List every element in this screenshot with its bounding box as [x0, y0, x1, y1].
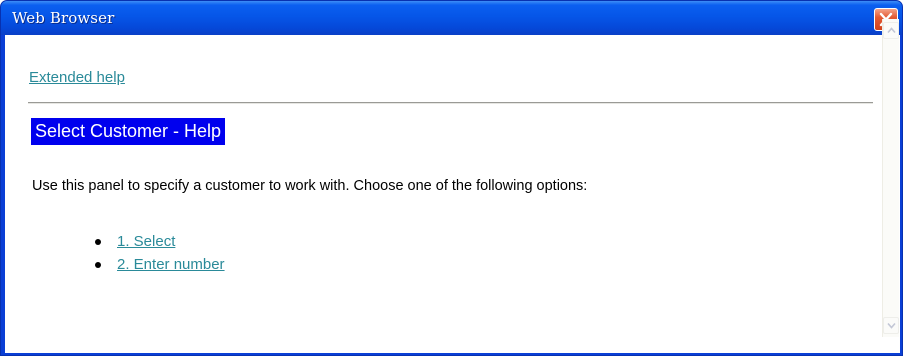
divider	[28, 102, 873, 104]
page-title: Select Customer - Help	[31, 118, 226, 145]
scroll-up-arrow-icon	[887, 27, 896, 34]
scroll-down-button[interactable]	[883, 317, 899, 334]
title-bar[interactable]: Web Browser	[1, 1, 902, 35]
help-content: Extended help Select Customer - Help Use…	[5, 35, 883, 353]
browser-client-area: Extended help Select Customer - Help Use…	[5, 35, 900, 353]
browser-window: Web Browser Extended help Select Custome…	[0, 0, 903, 356]
extended-help-link[interactable]: Extended help	[29, 69, 125, 86]
option-select-link[interactable]: 1. Select	[117, 231, 175, 253]
window-title: Web Browser	[12, 9, 115, 27]
bullet-icon	[95, 262, 101, 268]
option-enter-number-link[interactable]: 2. Enter number	[117, 254, 225, 276]
scroll-up-button[interactable]	[883, 22, 899, 39]
help-description: Use this panel to specify a customer to …	[32, 178, 588, 194]
vertical-scrollbar[interactable]	[882, 19, 899, 337]
scroll-down-arrow-icon	[887, 322, 896, 329]
bullet-icon	[95, 239, 101, 245]
